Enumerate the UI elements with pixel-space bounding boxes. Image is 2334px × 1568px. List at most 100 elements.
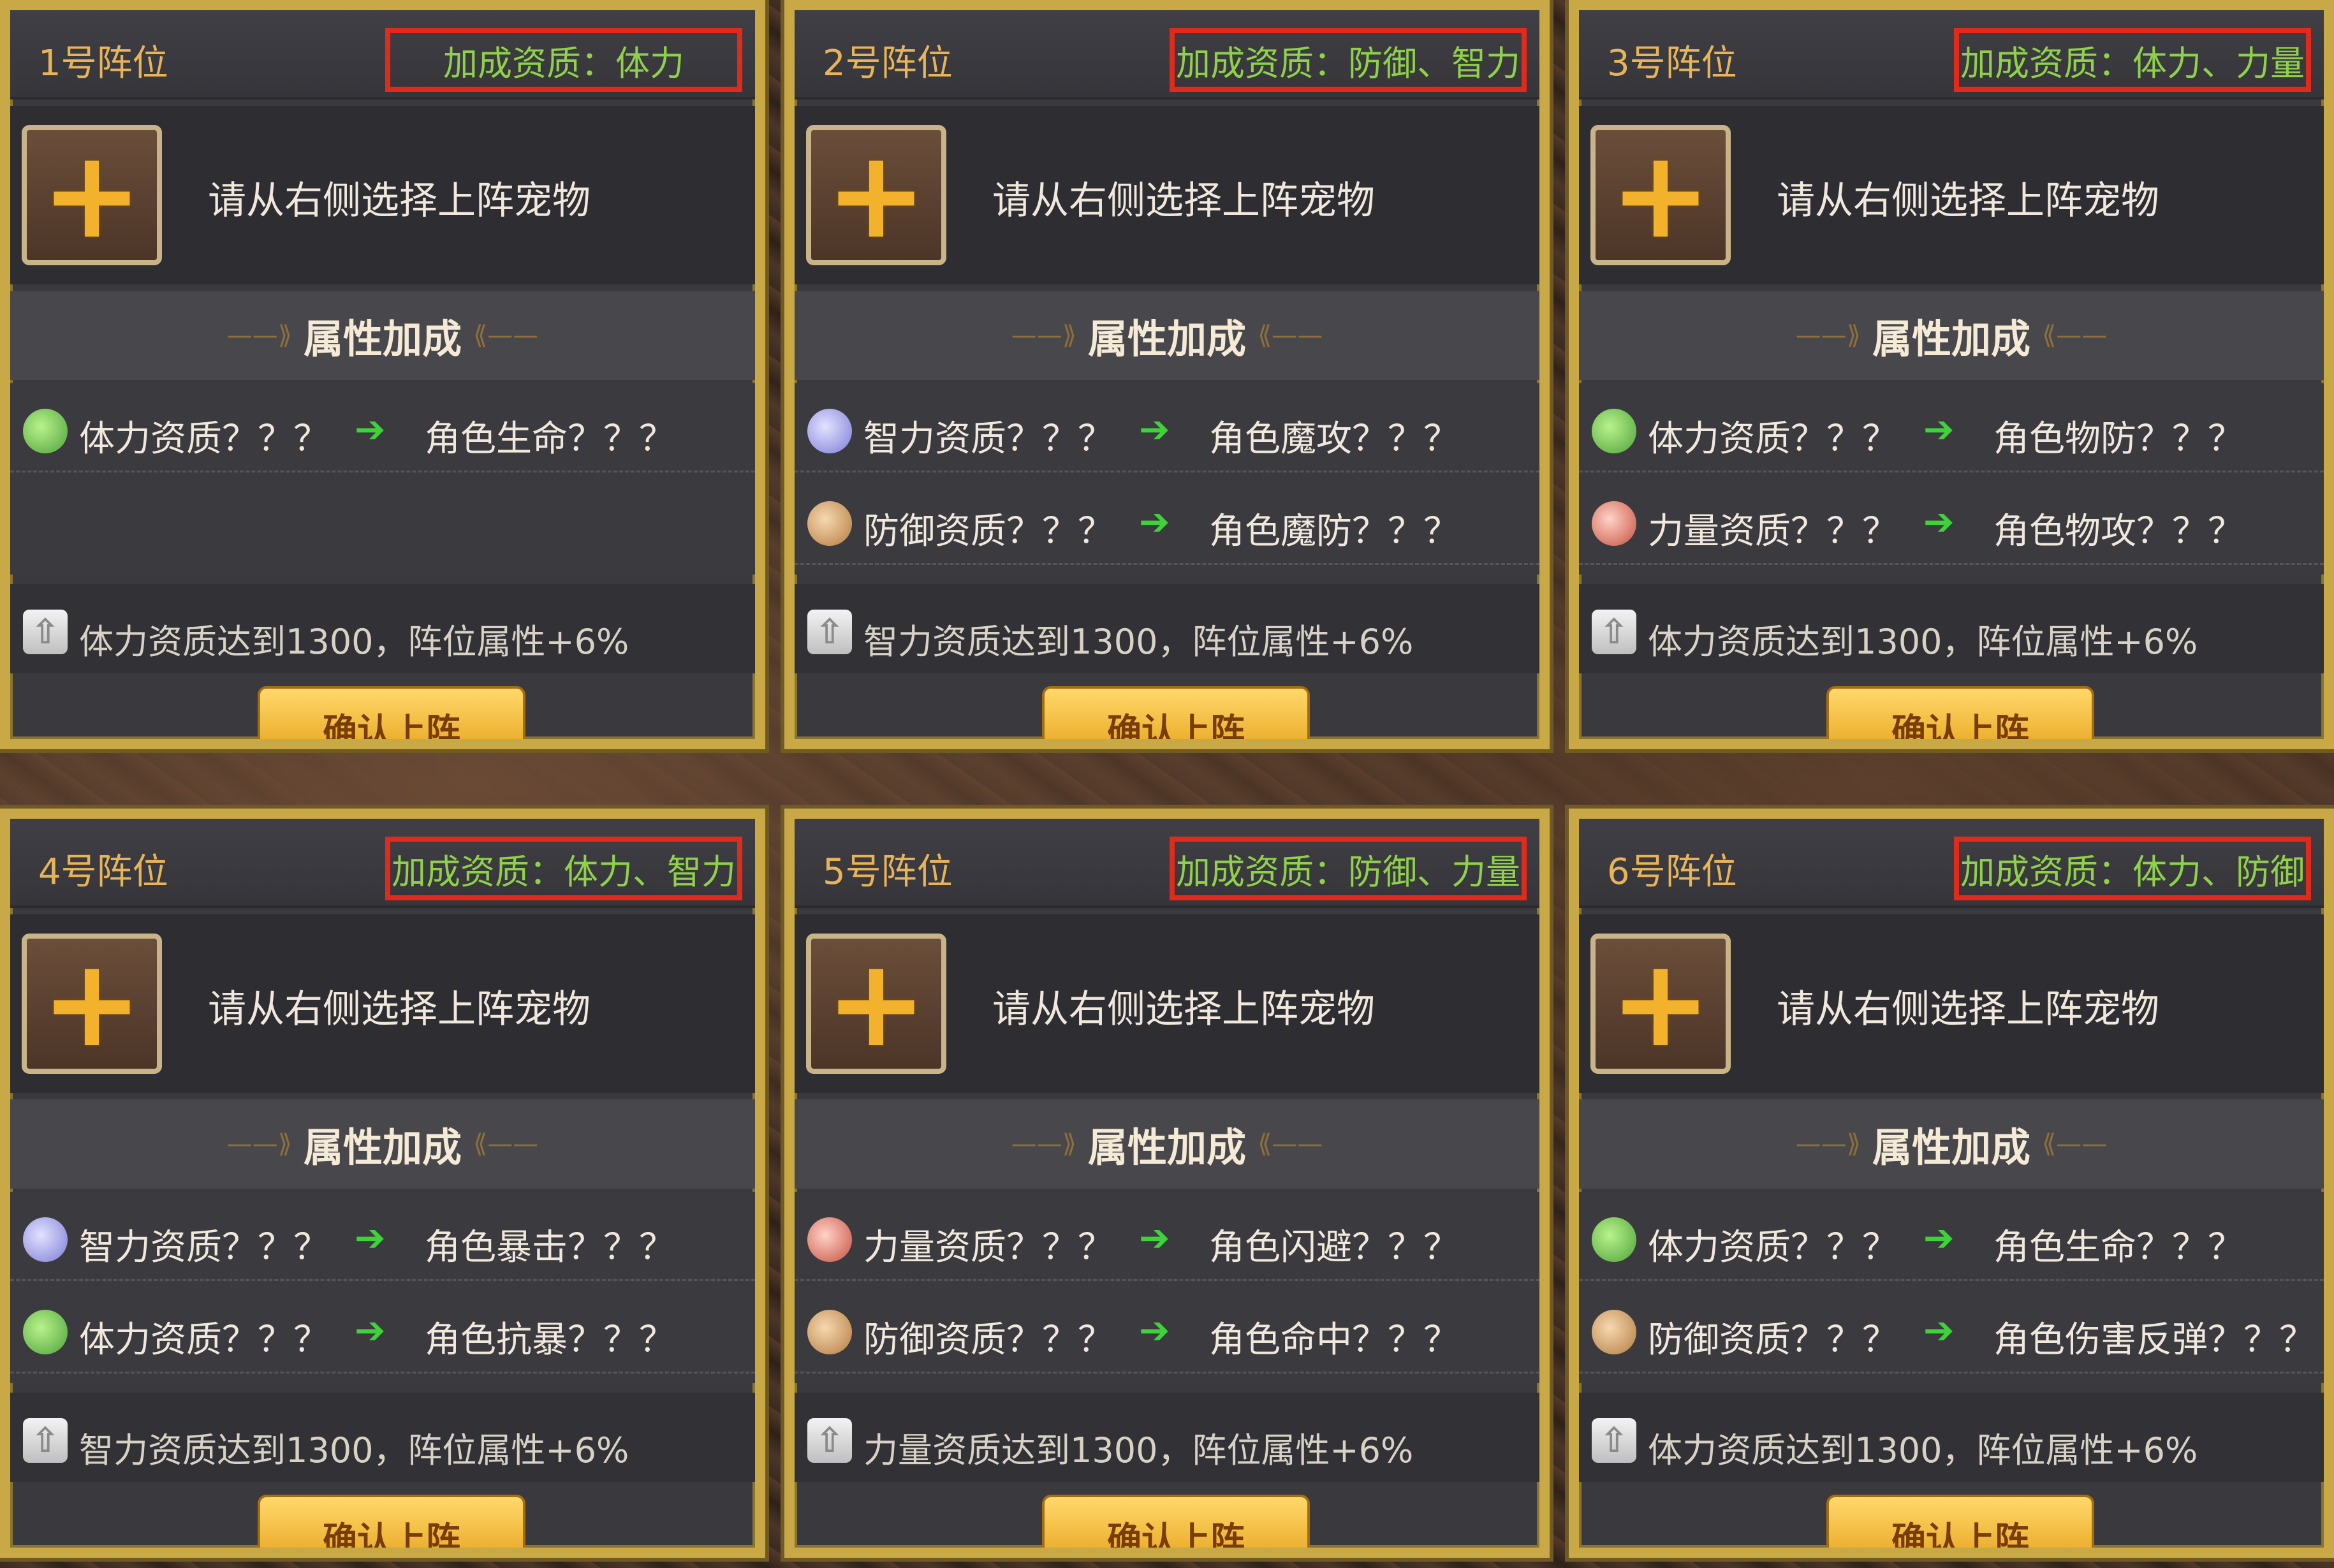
pet-select-hint: 请从右侧选择上阵宠物 (1777, 987, 2159, 1032)
flower-icon (807, 409, 852, 453)
confirm-deploy-button[interactable]: 确认上阵 (1042, 686, 1310, 739)
bonus-note-row: ⇧ 力量资质达到1300，阵位属性+6% (795, 1393, 1539, 1482)
bonus-aptitude-label: 加成资质：体力 (385, 28, 742, 92)
arrow-right-icon: ➔ (355, 407, 386, 451)
slot-panel-1: 1号阵位 加成资质：体力 + 请从右侧选择上阵宠物 ——⟫ 属性加成 ⟪—— 体… (0, 0, 769, 753)
aptitude-name: 体力资质？？？ (79, 1319, 329, 1361)
ornament-right-icon: ⟪—— (2042, 321, 2108, 350)
ornament-right-icon: ⟪—— (2042, 1129, 2108, 1159)
attribute-row: 体力资质？？？ ➔ 角色抗暴？？？ (10, 1284, 755, 1374)
attribute-bonus-header: ——⟫ 属性加成 ⟪—— (1579, 1099, 2324, 1189)
plus-icon: + (41, 933, 143, 1074)
slot-title: 6号阵位 (1607, 851, 1737, 893)
section-title: 属性加成 (303, 316, 462, 362)
confirm-deploy-button[interactable]: 确认上阵 (1826, 686, 2094, 739)
arrow-right-icon: ➔ (1923, 1308, 1955, 1352)
confirm-deploy-button[interactable]: 确认上阵 (1042, 1495, 1310, 1548)
pet-select-hint: 请从右侧选择上阵宠物 (992, 987, 1375, 1032)
arrow-right-icon: ➔ (1139, 1308, 1170, 1352)
bonus-aptitude-label: 加成资质：体力、防御 (1954, 837, 2311, 900)
attribute-row: 体力资质？？？ ➔ 角色物防？？？ (1579, 383, 2324, 473)
bonus-note: 体力资质达到1300，阵位属性+6% (1648, 1430, 2198, 1470)
attribute-row: 智力资质？？？ ➔ 角色暴击？？？ (10, 1192, 755, 1281)
arrow-right-icon: ➔ (355, 1216, 386, 1259)
ornament-right-icon: ⟪—— (473, 321, 539, 350)
slot-title: 4号阵位 (38, 851, 168, 893)
aptitude-name: 防御资质？？？ (1648, 1319, 1898, 1361)
shield-icon (1592, 1310, 1636, 1354)
add-pet-button[interactable]: + (22, 934, 162, 1074)
add-pet-button[interactable]: + (806, 934, 946, 1074)
arrow-right-icon: ➔ (1139, 1216, 1170, 1259)
slot-title: 1号阵位 (38, 43, 168, 84)
slot-panel-6: 6号阵位 加成资质：体力、防御 + 请从右侧选择上阵宠物 ——⟫ 属性加成 ⟪—… (1565, 805, 2334, 1562)
aptitude-name: 体力资质？？？ (79, 418, 329, 460)
attribute-row: 防御资质？？？ ➔ 角色伤害反弹？？？ (1579, 1284, 2324, 1374)
pet-select-hint: 请从右侧选择上阵宠物 (208, 987, 591, 1032)
attribute-target: 角色生命？？？ (425, 418, 675, 460)
ornament-left-icon: ——⟫ (226, 321, 292, 350)
attribute-list: 体力资质？？？ ➔ 角色生命？？？ (10, 383, 755, 575)
add-pet-button[interactable]: + (1590, 125, 1731, 265)
bonus-aptitude-label: 加成资质：体力、力量 (1954, 28, 2311, 92)
bonus-aptitude-label: 加成资质：防御、智力 (1170, 28, 1527, 92)
attribute-list: 体力资质？？？ ➔ 角色物防？？？ 力量资质？？？ ➔ 角色物攻？？？ (1579, 383, 2324, 575)
add-pet-button[interactable]: + (1590, 934, 1731, 1074)
confirm-deploy-button[interactable]: 确认上阵 (1826, 1495, 2094, 1548)
flower-icon (23, 1217, 68, 1262)
aptitude-name: 防御资质？？？ (863, 1319, 1113, 1361)
pet-select-row: + 请从右侧选择上阵宠物 (1579, 106, 2324, 284)
add-pet-button[interactable]: + (22, 125, 162, 265)
slot-header: 2号阵位 加成资质：防御、智力 (795, 10, 1539, 99)
slot-panel-2: 2号阵位 加成资质：防御、智力 + 请从右侧选择上阵宠物 ——⟫ 属性加成 ⟪—… (781, 0, 1553, 753)
confirm-deploy-button[interactable]: 确认上阵 (258, 1495, 525, 1548)
slot-title: 2号阵位 (823, 43, 953, 84)
heart-icon (1592, 1217, 1636, 1262)
pet-select-row: + 请从右侧选择上阵宠物 (1579, 914, 2324, 1093)
slot-header: 1号阵位 加成资质：体力 (10, 10, 755, 99)
plus-icon: + (41, 124, 143, 265)
arrow-up-icon: ⇧ (23, 610, 68, 654)
attribute-list: 智力资质？？？ ➔ 角色魔攻？？？ 防御资质？？？ ➔ 角色魔防？？？ (795, 383, 1539, 575)
attribute-target: 角色命中？？？ (1209, 1319, 1459, 1361)
bonus-aptitude-label: 加成资质：防御、力量 (1170, 837, 1527, 900)
bonus-note-row: ⇧ 体力资质达到1300，阵位属性+6% (10, 584, 755, 673)
bonus-note: 体力资质达到1300，阵位属性+6% (79, 622, 629, 662)
shield-icon (807, 501, 852, 546)
attribute-target: 角色魔攻？？？ (1209, 418, 1459, 460)
slot-title: 3号阵位 (1607, 43, 1737, 84)
ornament-left-icon: ——⟫ (1795, 321, 1861, 350)
sword-icon (807, 1217, 852, 1262)
attribute-list: 力量资质？？？ ➔ 角色闪避？？？ 防御资质？？？ ➔ 角色命中？？？ (795, 1192, 1539, 1383)
pet-select-hint: 请从右侧选择上阵宠物 (208, 179, 591, 223)
add-pet-button[interactable]: + (806, 125, 946, 265)
section-title: 属性加成 (1087, 316, 1246, 362)
bonus-note: 力量资质达到1300，阵位属性+6% (863, 1430, 1414, 1470)
slot-header: 3号阵位 加成资质：体力、力量 (1579, 10, 2324, 99)
slot-header: 6号阵位 加成资质：体力、防御 (1579, 819, 2324, 908)
attribute-target: 角色抗暴？？？ (425, 1319, 675, 1361)
aptitude-name: 力量资质？？？ (1648, 511, 1898, 552)
bonus-note-row: ⇧ 体力资质达到1300，阵位属性+6% (1579, 584, 2324, 673)
bonus-note-row: ⇧ 智力资质达到1300，阵位属性+6% (10, 1393, 755, 1482)
attribute-target: 角色暴击？？？ (425, 1227, 675, 1268)
arrow-right-icon: ➔ (1139, 500, 1170, 543)
pet-select-row: + 请从右侧选择上阵宠物 (10, 914, 755, 1093)
attribute-row: 力量资质？？？ ➔ 角色物攻？？？ (1579, 476, 2324, 565)
heart-icon (23, 1310, 68, 1354)
pet-select-row: + 请从右侧选择上阵宠物 (795, 106, 1539, 284)
bonus-note: 智力资质达到1300，阵位属性+6% (79, 1430, 629, 1470)
section-title: 属性加成 (1872, 316, 2030, 362)
attribute-bonus-header: ——⟫ 属性加成 ⟪—— (10, 1099, 755, 1189)
attribute-target: 角色闪避？？？ (1209, 1227, 1459, 1268)
attribute-target: 角色物攻？？？ (1993, 511, 2243, 552)
slot-panel-3: 3号阵位 加成资质：体力、力量 + 请从右侧选择上阵宠物 ——⟫ 属性加成 ⟪—… (1565, 0, 2334, 753)
confirm-deploy-button[interactable]: 确认上阵 (258, 686, 525, 739)
aptitude-name: 力量资质？？？ (863, 1227, 1113, 1268)
shield-icon (807, 1310, 852, 1354)
arrow-up-icon: ⇧ (1592, 610, 1636, 654)
arrow-right-icon: ➔ (1923, 407, 1955, 451)
ornament-right-icon: ⟪—— (473, 1129, 539, 1159)
arrow-right-icon: ➔ (355, 1308, 386, 1352)
slot-header: 5号阵位 加成资质：防御、力量 (795, 819, 1539, 908)
